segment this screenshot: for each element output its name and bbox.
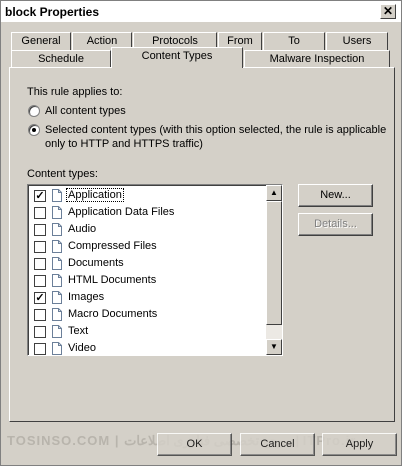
document-icon	[52, 342, 62, 355]
item-label: Documents	[68, 257, 124, 269]
list-item[interactable]: Application Data Files	[28, 204, 264, 221]
document-icon	[52, 325, 62, 338]
details-button[interactable]: Details...	[298, 213, 373, 236]
item-checkbox[interactable]	[34, 275, 46, 287]
tab-to[interactable]: To	[263, 32, 325, 50]
tab-schedule[interactable]: Schedule	[11, 50, 111, 68]
item-checkbox[interactable]	[34, 241, 46, 253]
scroll-down-button[interactable]: ▼	[266, 339, 282, 355]
cancel-button[interactable]: Cancel	[240, 433, 315, 456]
radio-selected-dot	[32, 128, 36, 132]
item-checkbox[interactable]	[34, 343, 46, 355]
item-checkbox[interactable]	[34, 224, 46, 236]
document-icon	[52, 257, 62, 270]
tab-users[interactable]: Users	[326, 32, 388, 50]
item-label: Images	[68, 291, 105, 303]
list-item[interactable]: ✓ Application	[28, 187, 264, 204]
title-bar[interactable]: block Properties ✕	[1, 1, 401, 23]
document-icon	[52, 308, 62, 321]
item-label: Text	[68, 325, 89, 337]
tab-malware-inspection[interactable]: Malware Inspection	[244, 50, 390, 68]
properties-dialog: block Properties ✕ General Action Protoc…	[0, 0, 402, 466]
vertical-scrollbar[interactable]: ▲ ▼	[266, 185, 282, 355]
list-item[interactable]: Compressed Files	[28, 238, 264, 255]
item-label: HTML Documents	[68, 274, 157, 286]
window-title: block Properties	[5, 5, 100, 19]
ok-button[interactable]: OK	[157, 433, 232, 456]
document-icon	[52, 206, 62, 219]
apply-button[interactable]: Apply	[322, 433, 397, 456]
scroll-up-button[interactable]: ▲	[266, 185, 282, 201]
selected-content-types-label[interactable]: Selected content types (with this option…	[45, 124, 386, 136]
document-icon	[52, 240, 62, 253]
document-icon	[52, 189, 62, 202]
all-content-types-label[interactable]: All content types	[45, 105, 126, 117]
radio-all-content-types[interactable]	[28, 105, 40, 117]
list-item[interactable]: Macro Documents	[28, 306, 264, 323]
item-checkbox[interactable]	[34, 326, 46, 338]
list-item[interactable]: HTML Documents	[28, 272, 264, 289]
item-checkbox[interactable]	[34, 207, 46, 219]
list-item[interactable]: Audio	[28, 221, 264, 238]
document-icon	[52, 274, 62, 287]
item-checkbox[interactable]: ✓	[34, 292, 46, 304]
item-label: Compressed Files	[68, 240, 157, 252]
content-types-list[interactable]: ✓ Application Application Data Files Audio C…	[27, 184, 283, 356]
item-label: Application	[66, 188, 124, 202]
radio-selected-content-types[interactable]	[28, 124, 40, 136]
item-label: Application Data Files	[68, 206, 175, 218]
item-label: Video	[68, 342, 96, 354]
item-label: Macro Documents	[68, 308, 158, 320]
list-item[interactable]: ✓ Images	[28, 289, 264, 306]
close-button[interactable]: ✕	[380, 4, 396, 19]
selected-content-types-label-line2[interactable]: only to HTTP and HTTPS traffic)	[45, 138, 203, 150]
document-icon	[52, 291, 62, 304]
item-label: Audio	[68, 223, 97, 235]
content-types-label: Content types:	[27, 168, 98, 180]
item-checkbox[interactable]: ✓	[34, 190, 46, 202]
item-checkbox[interactable]	[34, 309, 46, 321]
document-icon	[52, 223, 62, 236]
item-checkbox[interactable]	[34, 258, 46, 270]
new-button[interactable]: New...	[298, 184, 373, 207]
tab-general[interactable]: General	[11, 32, 71, 50]
list-item[interactable]: Text	[28, 323, 264, 340]
tab-content-types[interactable]: Content Types	[111, 47, 243, 68]
rule-applies-label: This rule applies to:	[27, 86, 123, 98]
scroll-thumb[interactable]	[266, 201, 282, 325]
list-item[interactable]: Documents	[28, 255, 264, 272]
list-item[interactable]: Video	[28, 340, 264, 355]
